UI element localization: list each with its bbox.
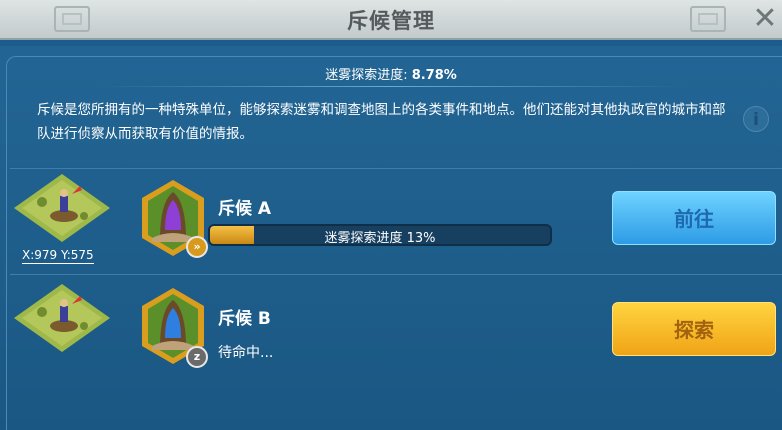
- scout-b-name: 斥候 B: [218, 309, 271, 329]
- close-icon[interactable]: ✕: [750, 4, 780, 34]
- scout-a-progress-bar: 迷雾探索进度 13%: [208, 224, 552, 246]
- fog-progress-value: 8.78%: [411, 68, 457, 83]
- fog-progress-label: 迷雾探索进度:: [325, 68, 412, 83]
- divider: [10, 168, 782, 169]
- map-tile-scout-b[interactable]: [12, 282, 112, 354]
- map-tile-icon: [14, 284, 110, 352]
- fog-progress-summary: 迷雾探索进度: 8.78%: [0, 64, 782, 83]
- scout-a-progress-text: 迷雾探索进度 13%: [324, 231, 436, 246]
- map-tile-icon: [14, 174, 110, 242]
- explore-button[interactable]: 探索: [612, 302, 776, 356]
- scout-march-icon: »: [186, 236, 208, 258]
- sleep-icon: z: [186, 346, 208, 368]
- scout-b-status: 待命中...: [218, 345, 274, 361]
- divider: [10, 274, 782, 275]
- scout-a-name: 斥候 A: [218, 199, 272, 219]
- page-title: 斥候管理: [347, 9, 435, 33]
- description-text: 斥候是您所拥有的一种特殊单位，能够探索迷雾和调查地图上的各类事件和地点。他们还能…: [37, 102, 726, 142]
- map-tile-scout-a[interactable]: [12, 172, 112, 244]
- divider: [100, 86, 682, 87]
- info-icon[interactable]: i: [743, 106, 769, 132]
- scout-a-coordinates-link[interactable]: X:979 Y:575: [22, 247, 94, 264]
- go-to-button[interactable]: 前往: [612, 191, 776, 245]
- header-bar: 斥候管理 ✕: [0, 0, 782, 40]
- ornament-right-icon: [690, 6, 726, 32]
